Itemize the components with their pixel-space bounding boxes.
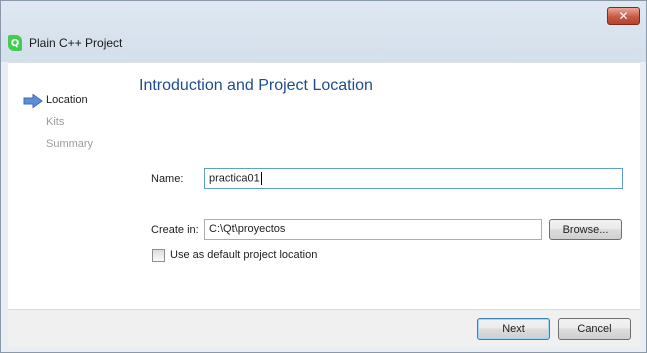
page-title: Introduction and Project Location bbox=[139, 77, 373, 94]
name-label: Name: bbox=[151, 173, 184, 185]
step-summary: Summary bbox=[46, 138, 94, 150]
text-caret bbox=[260, 172, 262, 185]
create-in-input[interactable]: C:\Qt\proyectos bbox=[204, 219, 542, 240]
browse-button[interactable]: Browse... bbox=[549, 219, 622, 240]
name-input-value: practica01 bbox=[209, 172, 260, 185]
title-bar: ✕ Q Plain C++ Project bbox=[1, 1, 646, 62]
window-title: Plain C++ Project bbox=[29, 36, 123, 50]
cancel-button[interactable]: Cancel bbox=[558, 318, 631, 340]
next-button[interactable]: Next bbox=[477, 318, 550, 340]
qt-creator-app-icon: Q bbox=[8, 35, 22, 51]
wizard-window: ✕ Q Plain C++ Project Location Kits Summ… bbox=[0, 0, 647, 353]
current-step-arrow-icon bbox=[23, 94, 43, 108]
step-kits: Kits bbox=[46, 116, 65, 128]
wizard-content: Location Kits Summary Introduction and P… bbox=[8, 62, 640, 310]
default-location-checkbox[interactable] bbox=[152, 249, 165, 262]
step-location: Location bbox=[46, 94, 88, 106]
close-button[interactable]: ✕ bbox=[607, 7, 640, 25]
close-icon: ✕ bbox=[618, 9, 629, 23]
default-location-label[interactable]: Use as default project location bbox=[170, 249, 317, 261]
button-bar: Next Cancel bbox=[8, 309, 640, 347]
create-in-label: Create in: bbox=[151, 224, 199, 236]
name-input[interactable]: practica01 bbox=[204, 168, 623, 189]
